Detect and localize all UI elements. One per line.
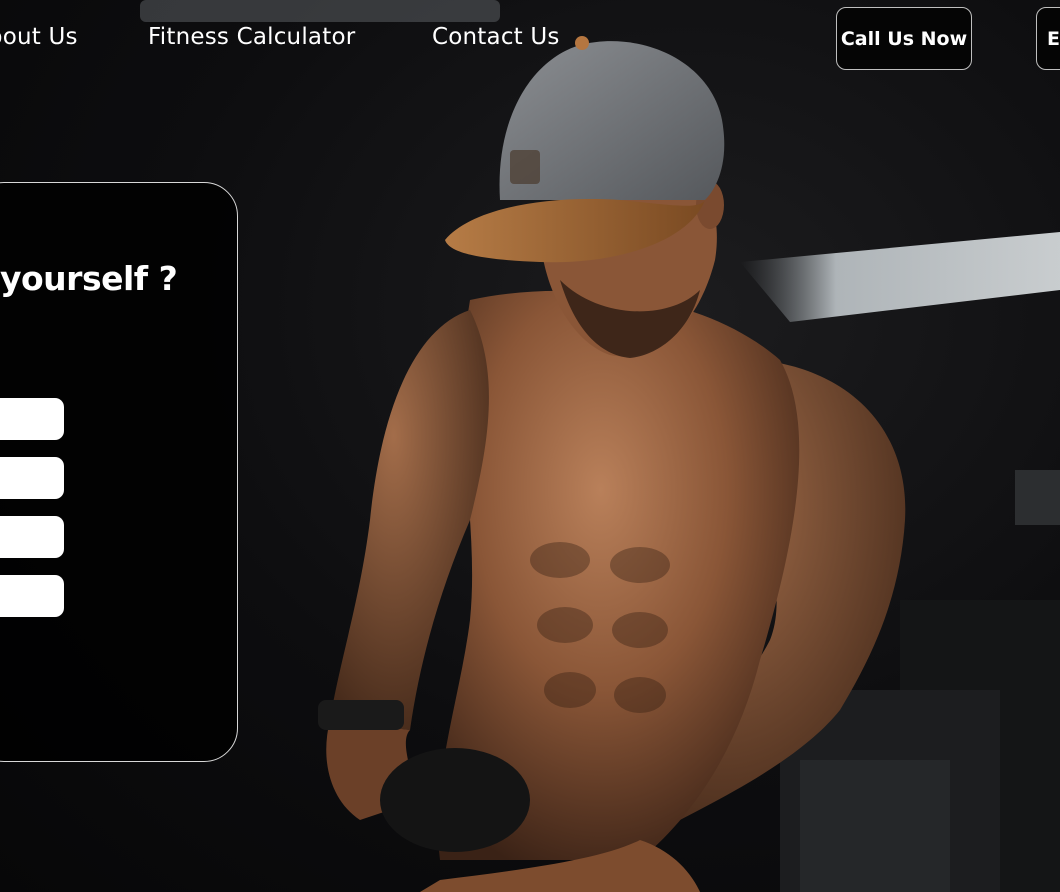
nav-link-fitness-calculator[interactable]: Fitness Calculator: [148, 24, 355, 50]
form-field-2[interactable]: [0, 457, 64, 499]
page: About Us Fitness Calculator Contact Us C…: [0, 0, 1060, 892]
top-navigation: About Us Fitness Calculator Contact Us C…: [0, 0, 1060, 80]
secondary-header-button[interactable]: E: [1036, 7, 1060, 70]
form-field-3[interactable]: [0, 516, 64, 558]
form-field-4[interactable]: [0, 575, 64, 617]
nav-link-about-us[interactable]: About Us: [0, 24, 78, 50]
form-title: yourself ?: [0, 259, 178, 298]
call-us-now-button[interactable]: Call Us Now: [836, 7, 972, 70]
nav-link-contact-us[interactable]: Contact Us: [432, 24, 560, 50]
form-field-1[interactable]: [0, 398, 64, 440]
